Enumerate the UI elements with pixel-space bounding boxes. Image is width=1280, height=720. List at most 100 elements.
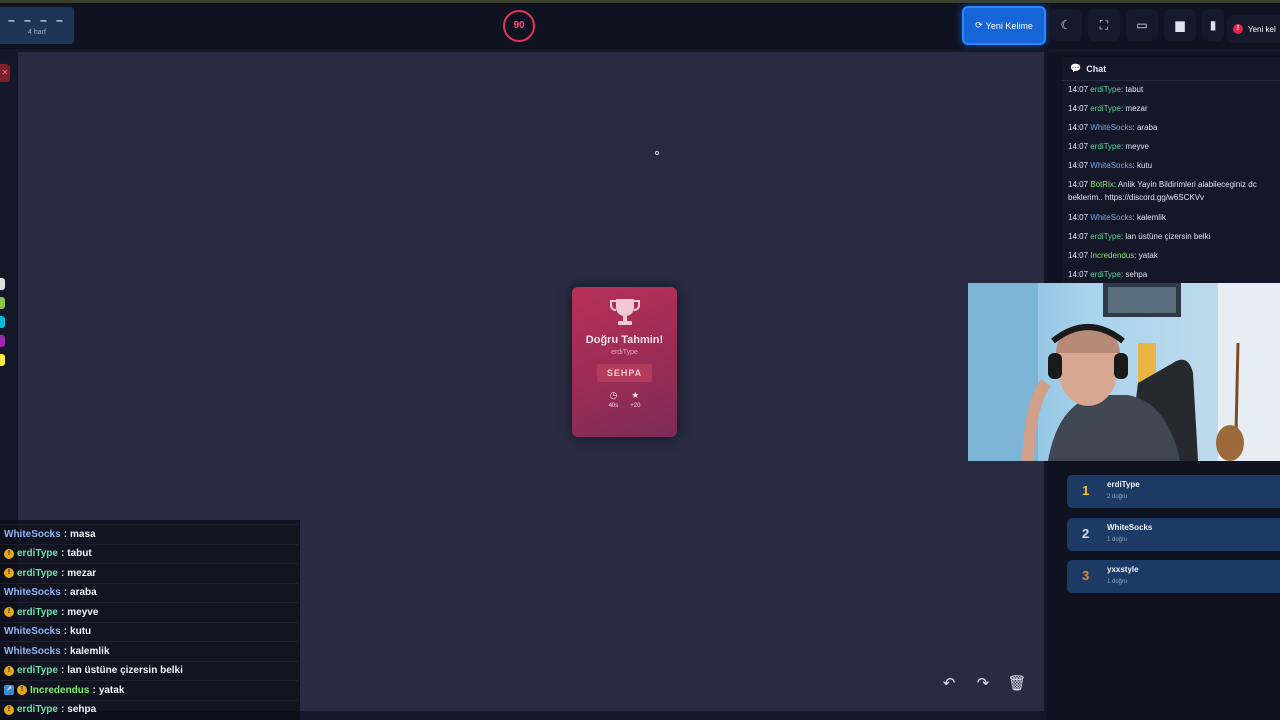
separator: :	[60, 567, 65, 579]
separator: :	[63, 645, 68, 657]
points-stat: ★ +20	[630, 390, 640, 409]
message-time: 14:07	[1068, 104, 1089, 113]
overlay-chat-row: ! erdiType: tabut	[0, 543, 298, 563]
rank-number: 3	[1082, 568, 1090, 583]
window-button[interactable]: ▆	[1164, 9, 1196, 41]
chat-username: WhiteSocks	[4, 528, 61, 540]
chat-username: WhiteSocks	[4, 645, 61, 657]
chat-title: Chat	[1086, 63, 1107, 74]
correct-guess-card: Doğru Tahmin! erdiType SEHPA ◷ 40s ★ +20	[572, 287, 677, 437]
chat-message: araba	[70, 587, 97, 598]
chat-message-row: 14:07 WhiteSocks: kalemlik	[1068, 213, 1166, 222]
badge-icon: !	[17, 685, 27, 695]
chat-message: kutu	[70, 626, 92, 637]
message-text: kutu	[1136, 161, 1153, 170]
message-author: erdiType	[1090, 142, 1121, 151]
message-text: mezar	[1125, 104, 1148, 113]
chat-message-row: 14:07 BotRix: Anlik Yayin Bildirimleri a…	[1068, 180, 1257, 202]
badge-icon: !	[4, 568, 14, 578]
chat-username: erdiType	[17, 704, 58, 715]
badge-icon: !	[4, 548, 14, 559]
toast-text: Yeni kel	[1248, 24, 1276, 34]
message-text: sehpa	[1125, 270, 1148, 279]
leaderboard-entry: 2 WhiteSocks 1 doğru	[1067, 517, 1280, 551]
clear-button[interactable]: 🗑	[1005, 671, 1029, 695]
close-icon[interactable]: ✕	[0, 64, 10, 82]
chat-message-row: 14:07 WhiteSocks: araba	[1068, 123, 1158, 132]
separator: :	[92, 684, 96, 696]
redo-icon: ↷	[976, 675, 990, 692]
chat-message: kalemlik	[70, 645, 110, 657]
color-swatch[interactable]	[0, 278, 5, 290]
message-time: 14:07	[1068, 180, 1089, 189]
clock-icon: ◷	[609, 390, 618, 400]
new-word-button[interactable]: ⟳ Yeni Kelime	[962, 6, 1046, 45]
separator: :	[60, 704, 65, 715]
color-swatch[interactable]	[0, 354, 5, 366]
new-word-label: Yeni Kelime	[985, 20, 1033, 31]
webcam-feed	[968, 283, 1280, 461]
message-time: 14:07	[1068, 142, 1089, 151]
message-author: WhiteSocks	[1090, 161, 1133, 170]
trash-icon: 🗑	[1007, 675, 1027, 692]
rank-number: 2	[1082, 525, 1090, 541]
word-hint-box: – – – – 4 harf	[0, 7, 74, 44]
overlay-chat-row: WhiteSocks: kalemlik	[0, 641, 298, 660]
message-time: 14:07	[1068, 85, 1089, 94]
chat-username: erdiType	[17, 606, 58, 618]
message-text: araba	[1136, 123, 1158, 132]
star-icon: ★	[631, 390, 640, 400]
message-time: 14:07	[1068, 213, 1089, 222]
chat-username: erdiType	[17, 665, 58, 676]
badge-icon: !	[4, 665, 14, 676]
alert-icon: !	[1233, 24, 1243, 34]
overlay-chat-row: WhiteSocks: kutu	[0, 621, 298, 641]
message-text: tabut	[1125, 85, 1144, 94]
badge-icon: !	[4, 607, 14, 617]
chat-username: WhiteSocks	[4, 626, 61, 637]
tool-panel	[0, 60, 14, 430]
leaderboard-entry: 1 erdiType 2 doğru	[1067, 475, 1280, 508]
color-swatch[interactable]	[0, 316, 5, 328]
separator: :	[60, 606, 65, 618]
player-score: 1 doğru	[1107, 536, 1128, 543]
chat-message: mezar	[67, 567, 97, 579]
message-text: meyve	[1125, 142, 1149, 151]
chat-message-row: 14:07 erdiType: lan üstüne çizersin belk…	[1068, 232, 1211, 241]
player-name: yxxstyle	[1107, 565, 1139, 574]
overlay-chat-row: WhiteSocks: araba	[0, 582, 298, 602]
message-author: WhiteSocks	[1090, 123, 1133, 132]
keyboard-button[interactable]: ▭	[1126, 9, 1158, 41]
badge-icon: !	[4, 704, 14, 715]
overlay-chat-row: ! erdiType: meyve	[0, 602, 298, 621]
player-score: 1 doğru	[1107, 579, 1128, 585]
message-author: erdiType	[1090, 85, 1121, 94]
redo-button[interactable]: ↷	[971, 671, 995, 695]
undo-button[interactable]: ↶	[937, 671, 961, 695]
word-length: 4 harf	[28, 29, 46, 36]
color-swatch[interactable]	[0, 335, 5, 347]
more-icon: ▮	[1209, 18, 1217, 32]
overlay-chat-row: ↗! Incredendus: yatak	[0, 680, 298, 699]
overlay-chat-row: ! erdiType: sehpa	[0, 699, 298, 719]
message-text: yatak	[1138, 251, 1158, 260]
message-author: erdiType	[1090, 104, 1121, 113]
chat-username: Incredendus	[30, 684, 90, 696]
message-time: 14:07	[1068, 123, 1089, 132]
message-author: Incredendus	[1090, 251, 1135, 260]
more-button[interactable]: ▮	[1202, 9, 1224, 41]
color-swatch[interactable]	[0, 297, 5, 309]
separator: :	[60, 665, 65, 676]
overlay-chat-row: ! erdiType: mezar	[0, 563, 298, 582]
chat-message: tabut	[67, 548, 92, 559]
fullscreen-button[interactable]: ⛶	[1088, 9, 1120, 41]
chat-message: meyve	[67, 606, 99, 618]
message-time: 14:07	[1068, 232, 1089, 241]
chat-username: erdiType	[17, 548, 58, 559]
time-stat: ◷ 40s	[609, 390, 619, 409]
message-text: lan üstüne çizersin belki	[1125, 232, 1211, 241]
overlay-chat-row: WhiteSocks: masa	[0, 524, 298, 543]
notification-toast[interactable]: ! Yeni kel	[1227, 15, 1280, 43]
theme-toggle-button[interactable]: ☾	[1050, 9, 1082, 41]
player-score: 2 doğru	[1107, 494, 1128, 500]
